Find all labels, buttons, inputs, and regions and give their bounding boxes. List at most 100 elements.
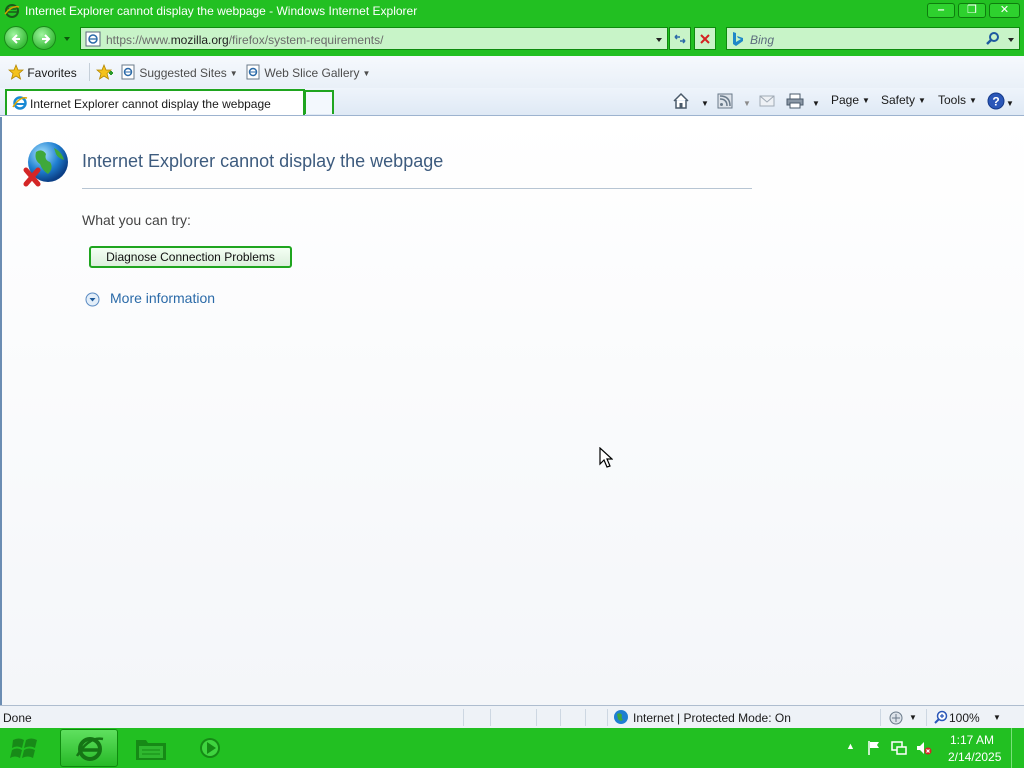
zoom-icon[interactable] bbox=[934, 710, 948, 724]
expand-chevron-icon[interactable] bbox=[85, 292, 100, 307]
tab-current[interactable]: Internet Explorer cannot display the web… bbox=[5, 89, 305, 115]
clock-time[interactable]: 1:17 AM bbox=[950, 733, 994, 747]
network-icon[interactable] bbox=[891, 740, 907, 756]
address-url: https://www.mozilla.org/firefox/system-r… bbox=[106, 33, 384, 47]
volume-muted-icon[interactable] bbox=[916, 740, 932, 756]
status-divider bbox=[607, 709, 608, 726]
stop-button[interactable] bbox=[694, 27, 716, 50]
feeds-dropdown-icon[interactable]: ▼ bbox=[740, 96, 751, 114]
status-divider bbox=[536, 709, 537, 726]
web-slice-gallery-button[interactable]: Web Slice Gallery ▼ bbox=[245, 64, 370, 80]
suggested-sites-dropdown-icon: ▼ bbox=[229, 69, 238, 78]
zoom-dropdown-icon[interactable]: ▼ bbox=[993, 713, 1001, 722]
taskbar-file-explorer[interactable] bbox=[134, 736, 168, 762]
address-dropdown-icon[interactable] bbox=[655, 36, 663, 44]
favorites-bar: Favorites Suggested Sites ▼ Web Slice Gal… bbox=[0, 56, 1024, 88]
add-to-favorites-bar-icon[interactable] bbox=[96, 64, 114, 80]
favorites-label: Favorites bbox=[27, 66, 77, 80]
title-bar[interactable]: Internet Explorer cannot display the web… bbox=[0, 0, 1024, 22]
bing-logo-icon bbox=[733, 32, 743, 46]
compatibility-view-button[interactable] bbox=[669, 27, 691, 50]
read-mail-icon[interactable] bbox=[759, 94, 775, 108]
status-divider bbox=[585, 709, 586, 726]
status-bar: Done Internet | Protected Mode: On ▼ 100… bbox=[0, 705, 1024, 728]
error-heading: Internet Explorer cannot display the web… bbox=[82, 151, 444, 171]
tools-menu-label: Tools bbox=[938, 93, 967, 107]
search-box[interactable]: Bing bbox=[726, 27, 1020, 50]
globe-error-icon bbox=[23, 142, 68, 187]
navigation-bar: https://www.mozilla.org/firefox/system-r… bbox=[0, 22, 1024, 56]
taskbar: ▲ 1:17 AM 2/14/2025 bbox=[0, 728, 1024, 768]
web-slice-gallery-dropdown-icon: ▼ bbox=[362, 69, 371, 78]
heading-divider bbox=[82, 188, 752, 189]
mouse-cursor-icon bbox=[599, 447, 613, 468]
ie-logo-icon bbox=[4, 4, 20, 18]
status-divider bbox=[490, 709, 491, 726]
help-dropdown-icon[interactable]: ▼ bbox=[1003, 96, 1014, 114]
safety-menu-dropdown-icon: ▼ bbox=[918, 96, 926, 105]
status-divider bbox=[560, 709, 561, 726]
page-content bbox=[0, 117, 1024, 705]
search-options-dropdown-icon[interactable] bbox=[1007, 36, 1015, 44]
minimize-button[interactable]: ‒ bbox=[927, 3, 955, 18]
back-button[interactable] bbox=[4, 26, 28, 50]
stop-icon bbox=[700, 34, 710, 44]
taskbar-media-player[interactable] bbox=[198, 736, 222, 760]
favorites-divider bbox=[89, 63, 90, 81]
internet-zone-icon[interactable] bbox=[613, 709, 629, 725]
page-menu[interactable]: Page ▼ bbox=[831, 93, 870, 111]
security-dropdown-icon[interactable]: ▼ bbox=[909, 713, 917, 722]
feeds-icon[interactable] bbox=[717, 93, 733, 109]
svg-text:?: ? bbox=[992, 95, 999, 109]
start-button[interactable] bbox=[10, 734, 40, 762]
tools-menu-dropdown-icon: ▼ bbox=[969, 96, 977, 105]
search-icon[interactable] bbox=[985, 31, 1001, 47]
ie-page-icon bbox=[121, 64, 135, 80]
home-dropdown-icon[interactable]: ▼ bbox=[698, 96, 709, 114]
more-information-link[interactable]: More information bbox=[110, 290, 215, 306]
new-tab-button[interactable] bbox=[304, 90, 334, 114]
forward-button[interactable] bbox=[32, 26, 56, 50]
taskbar-internet-explorer[interactable] bbox=[60, 729, 118, 767]
show-desktop-button[interactable] bbox=[1011, 728, 1024, 768]
refresh-icon bbox=[674, 34, 686, 44]
security-settings-icon[interactable] bbox=[888, 710, 904, 726]
star-icon bbox=[7, 63, 25, 80]
page-menu-label: Page bbox=[831, 93, 860, 107]
tab-row: Internet Explorer cannot display the web… bbox=[0, 88, 1024, 116]
suggested-sites-button[interactable]: Suggested Sites ▼ bbox=[120, 64, 238, 80]
restore-button[interactable]: ❐ bbox=[958, 3, 986, 18]
action-center-flag-icon[interactable] bbox=[866, 740, 882, 756]
address-bar[interactable]: https://www.mozilla.org/firefox/system-r… bbox=[80, 27, 668, 50]
suggested-sites-label: Suggested Sites bbox=[139, 66, 227, 80]
ie-logo-icon bbox=[12, 96, 28, 110]
recent-pages-dropdown-icon[interactable] bbox=[63, 35, 71, 43]
status-text: Done bbox=[3, 711, 32, 725]
address-url-domain: mozilla.org bbox=[170, 33, 229, 47]
diagnose-connection-problems-button[interactable]: Diagnose Connection Problems bbox=[89, 246, 292, 268]
page-icon bbox=[85, 31, 101, 47]
safety-menu-label: Safety bbox=[881, 93, 916, 107]
ie-logo-icon bbox=[75, 737, 104, 761]
back-arrow-icon bbox=[11, 34, 20, 44]
favorites-button[interactable]: Favorites bbox=[7, 63, 77, 80]
page-menu-dropdown-icon: ▼ bbox=[862, 96, 870, 105]
tools-menu[interactable]: Tools ▼ bbox=[938, 93, 977, 111]
close-button[interactable]: ✕ bbox=[989, 3, 1020, 18]
show-hidden-icons-button[interactable]: ▲ bbox=[846, 741, 862, 757]
security-zone-text[interactable]: Internet | Protected Mode: On bbox=[633, 711, 791, 725]
status-divider bbox=[880, 709, 881, 726]
status-divider bbox=[926, 709, 927, 726]
what-you-can-try-label: What you can try: bbox=[82, 212, 191, 228]
safety-menu[interactable]: Safety ▼ bbox=[881, 93, 926, 111]
tab-label: Internet Explorer cannot display the web… bbox=[30, 97, 271, 111]
status-divider bbox=[463, 709, 464, 726]
web-slice-gallery-label: Web Slice Gallery bbox=[264, 66, 360, 80]
print-icon[interactable] bbox=[786, 93, 804, 109]
zoom-level[interactable]: 100% bbox=[949, 711, 980, 725]
clock-date[interactable]: 2/14/2025 bbox=[948, 750, 1001, 764]
print-dropdown-icon[interactable]: ▼ bbox=[809, 96, 820, 114]
window-title: Internet Explorer cannot display the web… bbox=[25, 4, 418, 18]
ie-page-icon bbox=[246, 64, 260, 80]
home-icon[interactable] bbox=[672, 92, 690, 110]
